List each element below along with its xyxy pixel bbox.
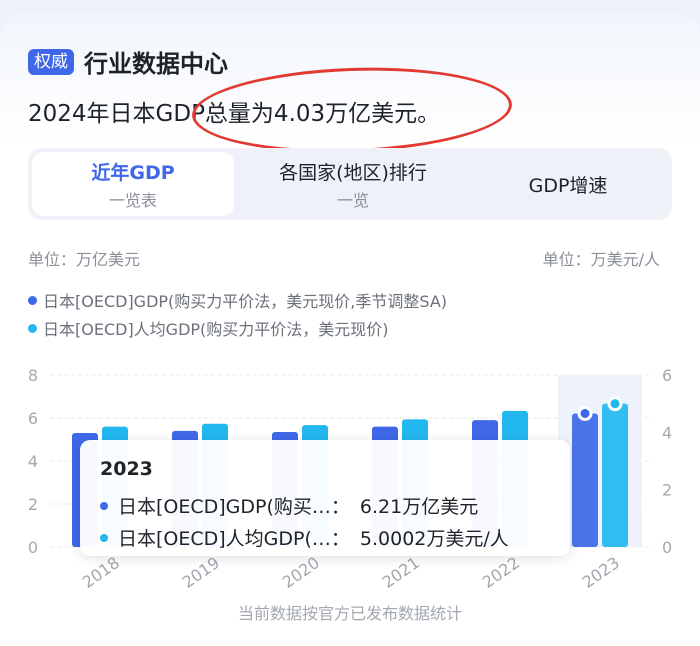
chart-tooltip: 2023 日本[OECD]GDP(购买…： 6.21万亿美元 日本[OECD]人…	[80, 440, 570, 556]
legend-item-gdp[interactable]: 日本[OECD]GDP(购买力平价法，美元现价,季节调整SA)	[28, 288, 447, 312]
unit-left-label: 单位：万亿美元	[28, 250, 141, 269]
x-tick-label: 2020	[279, 553, 323, 592]
tooltip-row-gdp: 日本[OECD]GDP(购买…： 6.21万亿美元	[100, 492, 478, 519]
bar-gdp-per-capita	[602, 403, 628, 547]
highlight-point	[607, 396, 623, 412]
tab-country-ranking[interactable]: 各国家(地区)排行 一览	[248, 148, 458, 220]
tooltip-value: 5.0002万美元/人	[359, 528, 509, 550]
footer-note: 当前数据按官方已发布数据统计	[237, 604, 462, 623]
legend-label: 日本[OECD]GDP(购买力平价法，美元现价,季节调整SA)	[43, 292, 448, 311]
y-left-tick-label: 6	[28, 409, 38, 428]
tab-gdp-growth[interactable]: GDP增速	[468, 148, 668, 220]
x-tick-label: 2022	[479, 553, 523, 592]
tooltip-dot-gdp-per-capita	[100, 533, 108, 542]
y-right-tick-label: 6	[662, 366, 672, 385]
y-right-tick-label: 4	[662, 423, 672, 442]
y-left-tick-label: 8	[28, 366, 38, 385]
tooltip-value: 6.21万亿美元	[359, 496, 479, 518]
y-left-tick-label: 2	[28, 495, 38, 514]
legend-label: 日本[OECD]人均GDP(购买力平价法，美元现价)	[43, 320, 389, 339]
tab-label: 各国家(地区)排行	[279, 161, 427, 184]
tooltip-dot-gdp	[100, 501, 108, 510]
card-title: 行业数据中心	[84, 50, 228, 78]
tab-label: 近年GDP	[91, 161, 175, 184]
x-tick-label: 2023	[579, 553, 623, 592]
bar-gdp	[572, 413, 598, 547]
highlight-band	[558, 375, 642, 547]
unit-right-label: 单位：万美元/人	[542, 250, 660, 269]
tooltip-year: 2023	[100, 458, 153, 480]
card-header: 权威 行业数据中心	[28, 44, 228, 79]
tooltip-row-gdp-per-capita: 日本[OECD]人均GDP(…： 5.0002万美元/人	[100, 524, 509, 551]
tab-sublabel: 一览表	[108, 190, 157, 210]
tooltip-label: 日本[OECD]GDP(购买…：	[118, 496, 350, 518]
tab-bar: 近年GDP 一览表 各国家(地区)排行 一览 GDP增速	[28, 148, 672, 220]
x-tick-label: 2021	[379, 553, 423, 592]
y-right-tick-label: 2	[662, 481, 672, 500]
x-tick-label: 2019	[179, 553, 223, 592]
highlight-point	[577, 405, 593, 421]
tab-sublabel: 一览	[336, 190, 369, 210]
legend-dot-gdp-per-capita	[28, 323, 37, 333]
legend-item-gdp-per-capita[interactable]: 日本[OECD]人均GDP(购买力平价法，美元现价)	[28, 316, 389, 340]
authority-badge: 权威	[28, 48, 74, 75]
y-right-tick-label: 0	[662, 538, 672, 557]
tooltip-label: 日本[OECD]人均GDP(…：	[118, 528, 350, 550]
legend-dot-gdp	[28, 295, 37, 305]
y-left-tick-label: 0	[28, 538, 38, 557]
tab-label: GDP增速	[528, 174, 608, 197]
y-left-tick-label: 4	[28, 452, 38, 471]
x-tick-label: 2018	[79, 553, 123, 592]
tab-recent-gdp[interactable]: 近年GDP 一览表	[32, 152, 234, 216]
